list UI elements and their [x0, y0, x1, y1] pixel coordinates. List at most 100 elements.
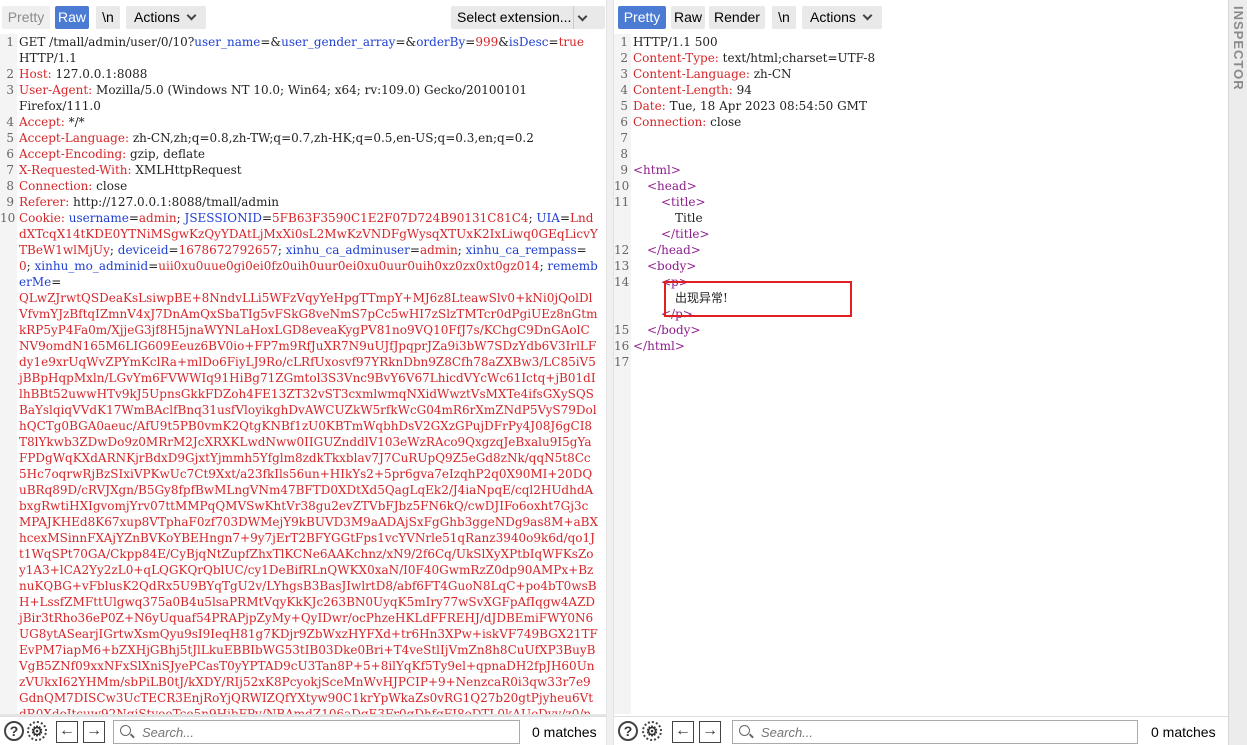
help-icon[interactable]: ?: [4, 721, 24, 741]
cookie-equals: =: [128, 211, 139, 225]
request-search-input[interactable]: [114, 721, 519, 743]
code-line: 7: [614, 130, 1228, 146]
line-number: 12: [614, 243, 630, 257]
settings-gear-icon[interactable]: ⚙: [27, 721, 47, 741]
response-search-box[interactable]: [732, 720, 1138, 744]
line-number: 14: [614, 275, 630, 289]
header-key: Date:: [633, 99, 666, 113]
response-toolbar: Pretty Raw Render \n Actions: [614, 0, 1228, 34]
line-number: 5: [620, 99, 628, 113]
code-line: 1 HTTP/1.1 500: [614, 34, 1228, 50]
previous-match-arrow-icon[interactable]: ←: [672, 721, 694, 743]
actions-menu[interactable]: Actions: [126, 6, 206, 29]
next-match-arrow-icon[interactable]: →: [699, 721, 721, 743]
response-editor[interactable]: 1 HTTP/1.1 500 2 Content-Type: text/html;ch…: [614, 34, 1228, 714]
line-number: 9: [620, 163, 628, 177]
line-number: 11: [614, 195, 630, 209]
pretty-tab[interactable]: Pretty: [2, 6, 50, 29]
line-content: User-Agent: Mozilla/5.0 (Windows NT 10.0…: [19, 82, 606, 98]
query-param-name: user_name: [194, 35, 261, 49]
header-value: close: [92, 179, 128, 193]
previous-match-arrow-icon[interactable]: ←: [56, 721, 78, 743]
html-text: Title: [675, 211, 703, 225]
next-match-arrow-icon[interactable]: →: [83, 721, 105, 743]
code-line: 6 Accept-Encoding: gzip, deflate: [0, 146, 606, 162]
cookie-header-line: Cookie: username=admin; JSESSIONID=5FB63…: [19, 210, 598, 714]
cookie-equals: =: [51, 275, 62, 289]
header-key: Accept:: [19, 115, 65, 129]
code-line: 11 <title>: [614, 194, 1228, 210]
line-number: 2: [6, 67, 14, 81]
request-search-box[interactable]: [113, 720, 520, 744]
line-content: <body>: [633, 258, 1228, 274]
cookie-name: JSESSIONID: [184, 211, 262, 225]
select-extension-dropdown[interactable]: Select extension...: [451, 6, 605, 29]
param-equals: =: [548, 35, 559, 49]
line-content: Accept: */*: [19, 114, 606, 130]
header-value: http://127.0.0.1:8088/tmall/admin: [69, 195, 280, 209]
line-number: 1: [6, 35, 14, 49]
line-number: 4: [620, 83, 628, 97]
param-equals: =: [260, 35, 271, 49]
search-icon: [739, 725, 750, 736]
html-tag: </head>: [647, 243, 701, 257]
header-value: XMLHttpRequest: [131, 163, 242, 177]
raw-tab[interactable]: Raw: [671, 6, 705, 29]
raw-tab[interactable]: Raw: [55, 6, 89, 29]
code-line-continuation: HTTP/1.1: [0, 50, 606, 66]
code-line: 4 Content-Length: 94: [614, 82, 1228, 98]
line-number: 15: [614, 323, 630, 337]
cookie-equals: =: [148, 259, 159, 273]
code-line: 7 X-Requested-With: XMLHttpRequest: [0, 162, 606, 178]
cookie-equals: =: [559, 211, 571, 225]
line-number: 16: [614, 339, 630, 353]
line-content: Host: 127.0.0.1:8088: [19, 66, 606, 82]
newline-toggle[interactable]: \n: [772, 6, 796, 29]
cookie-value: 1678672792657: [178, 243, 278, 257]
header-value: Tue, 18 Apr 2023 08:54:50 GMT: [665, 99, 867, 113]
render-tab[interactable]: Render: [709, 6, 765, 29]
newline-toggle[interactable]: \n: [96, 6, 120, 29]
actions-menu[interactable]: Actions: [802, 6, 882, 29]
cookie-name: xinhu_mo_adminid: [34, 259, 149, 273]
line-number: 1: [620, 35, 628, 49]
line-content-wrapped: Title: [633, 210, 1228, 226]
code-line: 9 Referer: http://127.0.0.1:8088/tmall/ad…: [0, 194, 606, 210]
settings-gear-icon[interactable]: ⚙: [642, 721, 662, 741]
header-key: User-Agent:: [19, 83, 93, 97]
pretty-tab[interactable]: Pretty: [618, 6, 666, 29]
help-icon[interactable]: ?: [618, 721, 638, 741]
line-content: Connection: close: [633, 114, 1228, 130]
header-key: Connection:: [19, 179, 93, 193]
code-line: 8 Connection: close: [0, 178, 606, 194]
line-content: HTTP/1.1 500: [633, 34, 1228, 50]
request-editor[interactable]: 1 GET /tmall/admin/user/0/10?user_name=&u…: [0, 34, 606, 714]
line-content: GET /tmall/admin/user/0/10?user_name=&us…: [19, 34, 606, 50]
query-param-value: true: [558, 35, 584, 49]
header-value: */*: [64, 115, 85, 129]
cookie-separator: ;: [109, 243, 118, 257]
line-number: 6: [620, 115, 628, 129]
header-value: 94: [732, 83, 752, 97]
header-key: Content-Type:: [633, 51, 719, 65]
inspector-sidebar[interactable]: INSPECTOR: [1228, 0, 1247, 745]
select-extension-label: Select extension...: [457, 9, 572, 25]
line-content: </html>: [633, 338, 1228, 354]
line-content: Date: Tue, 18 Apr 2023 08:54:50 GMT: [633, 98, 1228, 114]
response-find-bar: ? ⚙ ← → 0 matches: [614, 716, 1228, 745]
query-param-name: user_gender_array: [281, 35, 396, 49]
cookie-value: uii0xu0uue0gi0ei0fz0uih0uur0ei0xu0uur0ui…: [158, 259, 540, 273]
pane-splitter[interactable]: [606, 0, 614, 745]
line-number: 9: [6, 195, 14, 209]
code-line: 6 Connection: close: [614, 114, 1228, 130]
cookie-name: xinhu_ca_rempass: [465, 243, 577, 257]
code-line-continuation: </title>: [614, 226, 1228, 242]
response-search-input[interactable]: [733, 721, 1137, 743]
cookie-equals: =: [576, 243, 587, 257]
line-content: Content-Type: text/html;charset=UTF-8: [633, 50, 1228, 66]
line-content: X-Requested-With: XMLHttpRequest: [19, 162, 606, 178]
chevron-down-icon: [577, 11, 588, 22]
html-tag: <title>: [661, 195, 706, 209]
header-value: zh-CN: [749, 67, 792, 81]
header-key: Connection:: [633, 115, 707, 129]
